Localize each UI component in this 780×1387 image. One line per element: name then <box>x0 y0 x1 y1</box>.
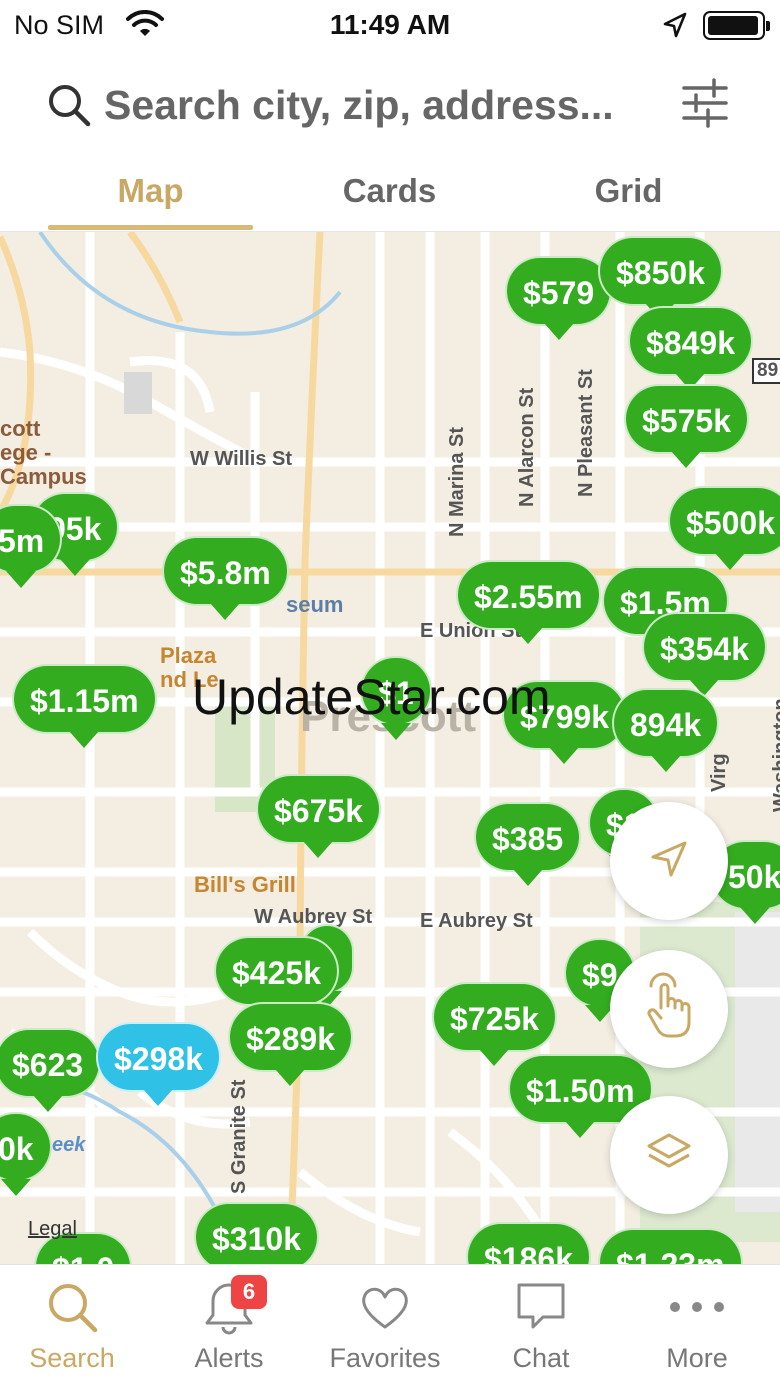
listing-pin[interactable]: $354k <box>642 612 767 696</box>
more-dots-icon <box>619 1279 775 1339</box>
map-view[interactable]: W Willis St N Marina St N Alarcon St N P… <box>0 232 780 1264</box>
nav-more[interactable]: More <box>619 1265 775 1387</box>
street-label-granite: S Granite St <box>228 1079 250 1194</box>
listing-pin[interactable]: $850k <box>598 236 723 320</box>
street-label-marina: N Marina St <box>446 426 468 537</box>
nav-favorites[interactable]: Favorites <box>307 1265 463 1387</box>
watermark-text: UpdateStar.com <box>192 669 551 725</box>
poi-bills-grill: Bill's Grill <box>194 872 296 897</box>
battery-icon <box>703 11 770 40</box>
location-arrow-icon <box>662 12 688 45</box>
legal-link[interactable]: Legal <box>28 1218 77 1241</box>
poi-college: cott ege - Campus <box>0 416 87 489</box>
nav-label: Favorites <box>329 1343 441 1373</box>
navigation-arrow-icon <box>647 837 691 886</box>
listing-pin[interactable]: $385 <box>474 802 582 886</box>
draw-search-button[interactable] <box>610 950 728 1068</box>
creek-label: eek <box>52 1134 86 1156</box>
listing-pin[interactable]: $5.8m <box>162 536 289 620</box>
map-layers-button[interactable] <box>610 1096 728 1214</box>
nav-search[interactable]: Search <box>0 1265 150 1387</box>
listing-pin[interactable]: $849k <box>628 306 753 390</box>
nav-label: Search <box>29 1343 115 1373</box>
search-icon <box>0 1279 150 1339</box>
listing-pin[interactable]: 894k <box>612 688 720 772</box>
nav-chat[interactable]: Chat <box>463 1265 619 1387</box>
street-label-aubrey-w: W Aubrey St <box>254 906 373 928</box>
listing-pin[interactable]: $500k <box>668 486 780 570</box>
listing-pin[interactable]: $579 <box>505 256 613 340</box>
bottom-tab-bar: Search 6 Alerts Favorites Chat More <box>0 1264 780 1387</box>
view-tabs: Map Cards Grid <box>0 160 780 232</box>
listing-pin[interactable]: $675k <box>256 774 381 858</box>
street-label-washington: Washington <box>770 698 780 812</box>
layers-icon <box>645 1131 693 1180</box>
chat-icon <box>463 1279 619 1339</box>
search-bar <box>0 60 780 150</box>
nav-label: More <box>666 1343 728 1373</box>
my-location-button[interactable] <box>610 802 728 920</box>
status-bar: No SIM 11:49 AM <box>0 0 780 52</box>
tab-map[interactable]: Map <box>48 160 253 232</box>
alerts-badge: 6 <box>231 1275 267 1309</box>
tab-grid[interactable]: Grid <box>526 160 731 232</box>
street-label-pleasant: N Pleasant St <box>575 369 597 497</box>
listing-pin[interactable]: $2.55m <box>456 560 601 644</box>
listing-pin[interactable]: $186k <box>466 1222 591 1264</box>
heart-icon <box>307 1279 463 1339</box>
listing-pin[interactable]: $1.23m <box>598 1228 743 1264</box>
listing-pin[interactable]: $623 <box>0 1028 102 1112</box>
listing-pin[interactable]: $725k <box>432 982 557 1066</box>
listing-pin[interactable]: $289k <box>228 1002 353 1086</box>
street-label-willis: W Willis St <box>190 448 293 470</box>
nav-label: Alerts <box>194 1343 264 1373</box>
street-label-alarcon: N Alarcon St <box>516 387 538 507</box>
filter-sliders-icon[interactable] <box>678 76 732 135</box>
nav-label: Chat <box>512 1343 570 1373</box>
listing-pin[interactable]: $575k <box>624 384 749 468</box>
bell-icon <box>151 1279 307 1339</box>
listing-pin[interactable]: $1.15m <box>12 664 157 748</box>
search-icon <box>46 82 92 133</box>
hand-pointer-icon <box>641 972 697 1047</box>
search-input[interactable] <box>104 78 664 132</box>
street-label-aubrey-e: E Aubrey St <box>420 910 533 932</box>
listing-pin[interactable]: $425k <box>214 936 339 1020</box>
listing-pin[interactable]: $310k <box>194 1202 319 1264</box>
poi-museum: seum <box>286 592 344 617</box>
nav-alerts[interactable]: 6 Alerts <box>151 1265 307 1387</box>
route-89-shield: 89 <box>752 358 780 384</box>
tab-cards[interactable]: Cards <box>287 160 492 232</box>
street-label-virginia: Virg <box>708 753 730 792</box>
listing-pin-selected[interactable]: $298k <box>96 1022 221 1106</box>
